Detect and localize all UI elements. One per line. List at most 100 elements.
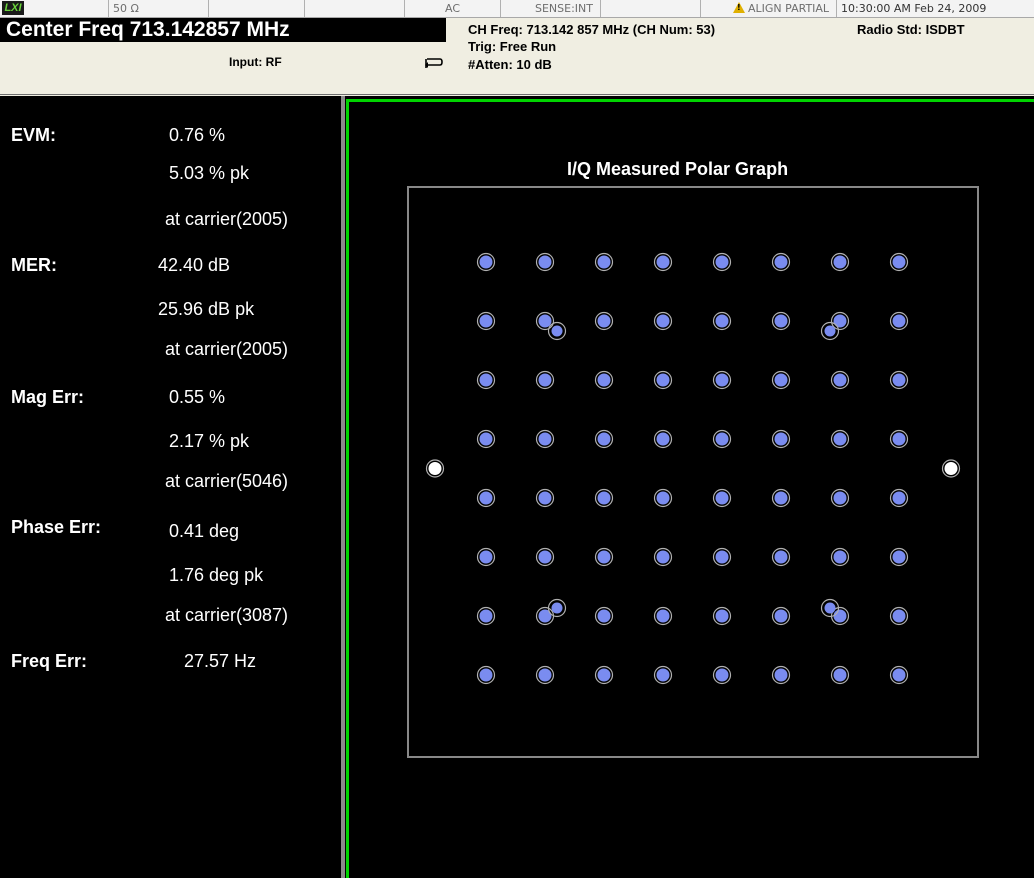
input-source-label: Input: RF [229,55,282,69]
status-cell-blank-2 [304,0,404,17]
symbol-point [715,373,729,387]
symbol-point [774,668,788,682]
warning-icon: ! [733,2,745,13]
symbol-point [597,255,611,269]
symbol-point [833,491,847,505]
evm-carrier: at carrier(2005) [165,209,289,229]
symbol-point [551,602,563,614]
metrics-panel: EVM: 0.76 % 5.03 % pk at carrier(2005) M… [0,96,341,878]
status-cell-blank-3 [600,0,700,17]
symbol-point [656,314,670,328]
symbol-point [656,432,670,446]
mer-label: MER: [11,255,57,275]
mag-err-carrier: at carrier(5046) [165,471,289,491]
pilot-point [944,462,958,475]
symbol-point [892,255,906,269]
phase-err-label: Phase Err: [11,517,102,537]
symbol-point [538,491,552,505]
symbol-point [597,432,611,446]
symbol-point [538,255,552,269]
symbol-point [833,609,847,623]
symbol-point [774,491,788,505]
symbol-point [479,550,493,564]
symbol-point [892,550,906,564]
symbol-point [656,668,670,682]
settings-divider [0,94,1034,95]
freq-err-label: Freq Err: [11,651,88,671]
symbol-point [892,668,906,682]
symbol-point [479,609,493,623]
mag-err-label: Mag Err: [11,387,85,407]
symbol-point [479,432,493,446]
symbol-point [774,255,788,269]
symbol-point [479,255,493,269]
symbol-point [597,550,611,564]
symbol-point [715,550,729,564]
symbol-point [824,602,836,614]
symbol-point [597,373,611,387]
symbol-point [715,668,729,682]
align-status: ! ALIGN PARTIAL [700,0,836,17]
radio-standard-info: Radio Std: ISDBT [857,22,965,37]
symbol-point [833,550,847,564]
center-freq-readout: Center Freq 713.142857 MHz [6,18,290,41]
evm-label: EVM: [11,125,56,145]
trigger-loop-icon [425,58,443,68]
symbol-point [774,314,788,328]
symbol-point [892,314,906,328]
symbol-point [833,314,847,328]
coupling-indicator: AC [404,0,500,17]
phase-err-value: 0.41 deg [169,521,240,541]
center-freq-box[interactable]: Center Freq 713.142857 MHz [0,18,446,42]
channel-freq-info: CH Freq: 713.142 857 MHz (CH Num: 53) [468,22,716,37]
symbol-point [538,314,552,328]
symbol-point [715,432,729,446]
symbol-point [538,550,552,564]
symbol-point [715,255,729,269]
symbol-point [715,609,729,623]
symbol-point [479,668,493,682]
symbol-point [833,668,847,682]
phase-err-peak-value: 1.76 deg pk [169,565,264,585]
pilot-point [428,462,442,475]
symbol-point [597,314,611,328]
symbol-point [479,491,493,505]
attenuation-info: #Atten: 10 dB [468,57,552,72]
symbol-point [833,373,847,387]
symbol-point [538,432,552,446]
symbol-point [774,609,788,623]
mer-carrier: at carrier(2005) [165,339,289,359]
symbol-point [774,373,788,387]
symbol-point [892,491,906,505]
symbol-point [715,491,729,505]
iq-graph-window[interactable]: I/Q Measured Polar Graph [346,99,1034,878]
symbol-point [656,550,670,564]
symbol-point [656,609,670,623]
symbol-point [833,432,847,446]
symbol-point [892,432,906,446]
symbol-point [656,373,670,387]
status-bar: LXI 50 Ω AC SENSE:INT ! ALIGN PARTIAL 10:… [0,0,1034,18]
symbol-point [774,550,788,564]
symbol-point [479,373,493,387]
symbol-point [824,325,836,337]
symbol-point [597,668,611,682]
symbol-point [479,314,493,328]
sense-indicator: SENSE:INT [500,0,600,17]
symbol-point [538,373,552,387]
lxi-logo-icon: LXI [2,1,24,15]
symbol-point [892,609,906,623]
symbol-point [597,491,611,505]
symbol-point [538,668,552,682]
symbol-point [597,609,611,623]
symbol-point [833,255,847,269]
graph-title: I/Q Measured Polar Graph [567,159,789,179]
trigger-info: Trig: Free Run [468,39,557,54]
phase-err-carrier: at carrier(3087) [165,605,289,625]
impedance-indicator: 50 Ω [108,0,208,17]
mag-err-value: 0.55 % [169,387,226,407]
mag-err-peak-value: 2.17 % pk [169,431,250,451]
panel-divider [341,96,345,878]
mer-value: 42.40 dB [158,255,231,275]
symbol-point [892,373,906,387]
